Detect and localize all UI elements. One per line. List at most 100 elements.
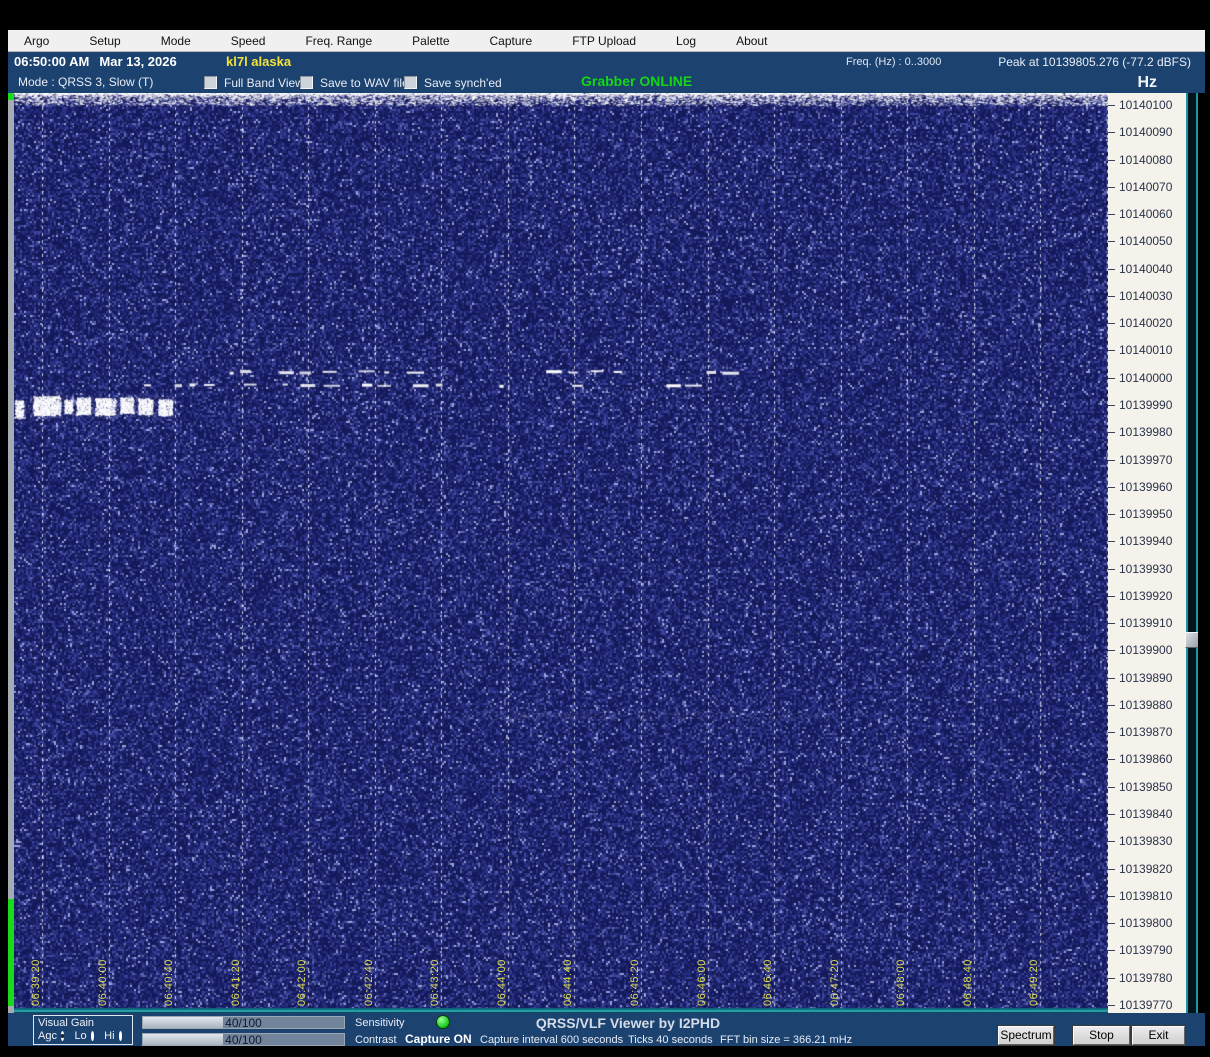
freq-axis-label: 10139970 xyxy=(1119,452,1173,467)
freq-axis-label: 10140030 xyxy=(1119,288,1173,303)
freq-tick xyxy=(1108,514,1115,516)
menu-item-freq-range[interactable]: Freq. Range xyxy=(295,32,382,50)
freq-scrollbar-thumb[interactable] xyxy=(1185,632,1199,648)
agc-label: Agc xyxy=(38,1030,57,1042)
freq-tick xyxy=(1108,895,1115,897)
freq-tick xyxy=(1108,977,1115,979)
freq-tick xyxy=(1108,950,1115,952)
freq-tick xyxy=(1108,486,1115,488)
freq-tick xyxy=(1108,732,1115,734)
freq-tick xyxy=(1108,432,1115,434)
stop-button[interactable]: Stop xyxy=(1073,1026,1130,1045)
freq-axis-label: 10139950 xyxy=(1119,507,1173,522)
freq-axis-label: 10139980 xyxy=(1119,425,1173,440)
menu-item-argo[interactable]: Argo xyxy=(14,32,59,50)
menu-item-setup[interactable]: Setup xyxy=(79,32,130,50)
freq-tick xyxy=(1108,814,1115,816)
freq-axis-label: 10139900 xyxy=(1119,643,1173,658)
visual-gain-title: Visual Gain xyxy=(38,1017,95,1029)
freq-axis-label: 10139920 xyxy=(1119,588,1173,603)
freq-tick xyxy=(1108,568,1115,570)
lo-radio[interactable] xyxy=(90,1031,95,1041)
freq-tick xyxy=(1108,923,1115,925)
freq-tick xyxy=(1108,105,1115,106)
freq-tick xyxy=(1108,623,1115,625)
status-bar: 06:50:00 AM Mar 13, 2026 kl7l alaska Freq… xyxy=(8,52,1205,72)
sensitivity-slider[interactable]: 40/100 xyxy=(142,1015,345,1030)
freq-tick xyxy=(1108,323,1115,325)
freq-axis-label: 10140000 xyxy=(1119,370,1173,385)
freq-axis-label: 10139790 xyxy=(1119,943,1173,958)
clock-time: 06:50:00 AM Mar 13, 2026 xyxy=(14,54,177,69)
menu-item-mode[interactable]: Mode xyxy=(151,32,201,50)
freq-tick xyxy=(1108,541,1115,543)
freq-tick xyxy=(1108,241,1115,243)
waterfall-canvas[interactable] xyxy=(14,93,1108,1013)
save-wav-checkbox[interactable] xyxy=(300,76,313,89)
agc-radio[interactable] xyxy=(60,1031,65,1041)
freq-tick xyxy=(1108,350,1115,352)
save-synched-label: Save synch'ed xyxy=(424,76,502,90)
freq-axis-label: 10139990 xyxy=(1119,397,1173,412)
freq-tick xyxy=(1108,841,1115,843)
menu-item-about[interactable]: About xyxy=(726,32,777,50)
freq-axis-label: 10139800 xyxy=(1119,916,1173,931)
freq-axis-label: 10140060 xyxy=(1119,207,1173,222)
capture-led-indicator xyxy=(436,1015,450,1029)
contrast-slider[interactable]: 40/100 xyxy=(142,1033,345,1047)
menu-item-log[interactable]: Log xyxy=(666,32,706,50)
menu-item-palette[interactable]: Palette xyxy=(402,32,459,50)
freq-axis-label: 10139890 xyxy=(1119,670,1173,685)
freq-tick xyxy=(1108,786,1115,788)
freq-tick xyxy=(1108,459,1115,461)
freq-axis-label: 10139940 xyxy=(1119,534,1173,549)
spectrum-button[interactable]: Spectrum xyxy=(998,1026,1054,1045)
capture-interval-info: Capture interval 600 seconds xyxy=(480,1034,624,1046)
freq-axis-label: 10139860 xyxy=(1119,752,1173,767)
freq-tick xyxy=(1108,677,1115,679)
freq-tick xyxy=(1108,759,1115,761)
freq-axis-label: 10139830 xyxy=(1119,834,1173,849)
freq-axis-label: 10139870 xyxy=(1119,725,1173,740)
contrast-slider-fill xyxy=(143,1034,224,1045)
lo-label: Lo xyxy=(74,1030,87,1042)
freq-tick xyxy=(1108,595,1115,597)
freq-axis-label: 10139930 xyxy=(1119,561,1173,576)
menu-bar: Argo Setup Mode Speed Freq. Range Palett… xyxy=(8,30,1205,52)
freq-axis-label: 10139960 xyxy=(1119,479,1173,494)
freq-tick xyxy=(1108,868,1115,870)
freq-range-readout: Freq. (Hz) : 0..3000 xyxy=(846,56,942,68)
freq-axis-label: 10140070 xyxy=(1119,179,1173,194)
freq-axis-label: 10140040 xyxy=(1119,261,1173,276)
menu-item-speed[interactable]: Speed xyxy=(221,32,276,50)
freq-axis-label: 10139910 xyxy=(1119,616,1173,631)
freq-axis-label: 10139850 xyxy=(1119,779,1173,794)
right-filler xyxy=(1198,93,1205,1013)
freq-tick xyxy=(1108,377,1115,379)
save-wav-label: Save to WAV file xyxy=(320,76,409,90)
sensitivity-value: 40/100 xyxy=(225,1015,262,1030)
exit-button[interactable]: Exit xyxy=(1132,1026,1185,1045)
freq-scrollbar-track[interactable] xyxy=(1185,93,1199,1013)
freq-axis-label: 10140020 xyxy=(1119,316,1173,331)
menu-item-ftp-upload[interactable]: FTP Upload xyxy=(562,32,646,50)
mode-bar: Mode : QRSS 3, Slow (T) Full Band View S… xyxy=(8,72,1205,93)
freq-axis-label: 10140080 xyxy=(1119,152,1173,167)
freq-tick xyxy=(1108,159,1115,161)
freq-axis-label: 10140090 xyxy=(1119,125,1173,140)
full-band-view-checkbox[interactable] xyxy=(204,76,217,89)
visual-gain-group: Visual Gain Agc Lo Hi xyxy=(33,1015,133,1045)
callsign-label: kl7l alaska xyxy=(226,54,292,69)
freq-axis-label: 10139820 xyxy=(1119,861,1173,876)
save-synched-checkbox[interactable] xyxy=(404,76,417,89)
mode-label: Mode : QRSS 3, Slow (T) xyxy=(18,75,154,89)
peak-readout: Peak at 10139805.276 (-77.2 dBFS) xyxy=(998,55,1191,69)
freq-tick xyxy=(1108,186,1115,188)
argo-app-window: Argo Setup Mode Speed Freq. Range Palett… xyxy=(8,30,1205,1047)
sensitivity-slider-fill xyxy=(143,1017,224,1028)
freq-axis-label: 10140050 xyxy=(1119,234,1173,249)
ticks-info: Ticks 40 seconds xyxy=(628,1034,713,1046)
menu-item-capture[interactable]: Capture xyxy=(480,32,543,50)
hi-radio[interactable] xyxy=(118,1031,123,1041)
freq-axis-label: 10139840 xyxy=(1119,807,1173,822)
